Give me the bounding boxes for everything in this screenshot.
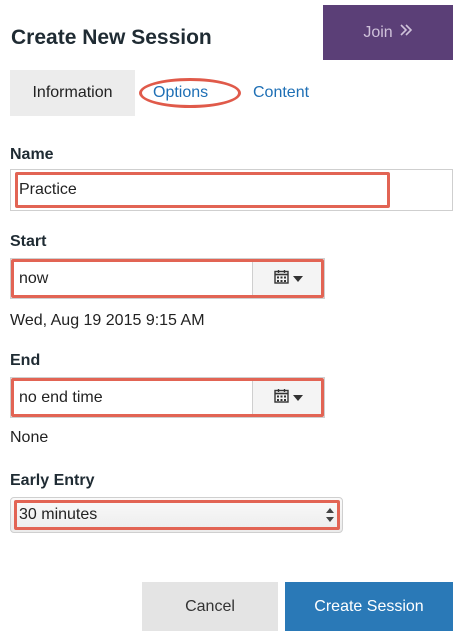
start-calendar-button[interactable] bbox=[252, 259, 324, 298]
start-resolved-text: Wed, Aug 19 2015 9:15 AM bbox=[10, 312, 205, 329]
early-entry-label: Early Entry bbox=[10, 472, 95, 489]
end-input[interactable]: no end time bbox=[10, 377, 325, 418]
create-session-button[interactable]: Create Session bbox=[285, 582, 453, 631]
chevron-down-icon bbox=[293, 394, 303, 401]
start-input[interactable]: now bbox=[10, 258, 325, 299]
cancel-button[interactable]: Cancel bbox=[142, 582, 278, 631]
options-highlight-oval bbox=[139, 78, 241, 108]
name-input[interactable]: Practice bbox=[10, 169, 453, 211]
calendar-icon bbox=[274, 388, 289, 408]
tab-content[interactable]: Content bbox=[253, 70, 309, 116]
start-label: Start bbox=[10, 233, 47, 250]
tab-bar: Information Options Content bbox=[10, 70, 453, 116]
early-entry-select[interactable]: 30 minutes bbox=[10, 497, 343, 533]
name-input-value: Practice bbox=[19, 181, 77, 198]
end-label: End bbox=[10, 352, 41, 369]
name-label: Name bbox=[10, 146, 54, 163]
join-button-label: Join bbox=[363, 23, 393, 41]
chevron-down-icon bbox=[293, 275, 303, 282]
end-resolved-text: None bbox=[10, 429, 49, 446]
early-entry-value: 30 minutes bbox=[19, 506, 98, 523]
double-chevron-right-icon bbox=[399, 23, 413, 42]
tab-information[interactable]: Information bbox=[10, 70, 135, 116]
start-input-value: now bbox=[19, 269, 49, 287]
end-calendar-button[interactable] bbox=[252, 378, 324, 417]
select-arrows-icon bbox=[326, 508, 334, 522]
calendar-icon bbox=[274, 269, 289, 289]
join-button[interactable]: Join bbox=[323, 5, 453, 60]
page-title: Create New Session bbox=[11, 26, 212, 49]
end-input-value: no end time bbox=[19, 388, 103, 406]
